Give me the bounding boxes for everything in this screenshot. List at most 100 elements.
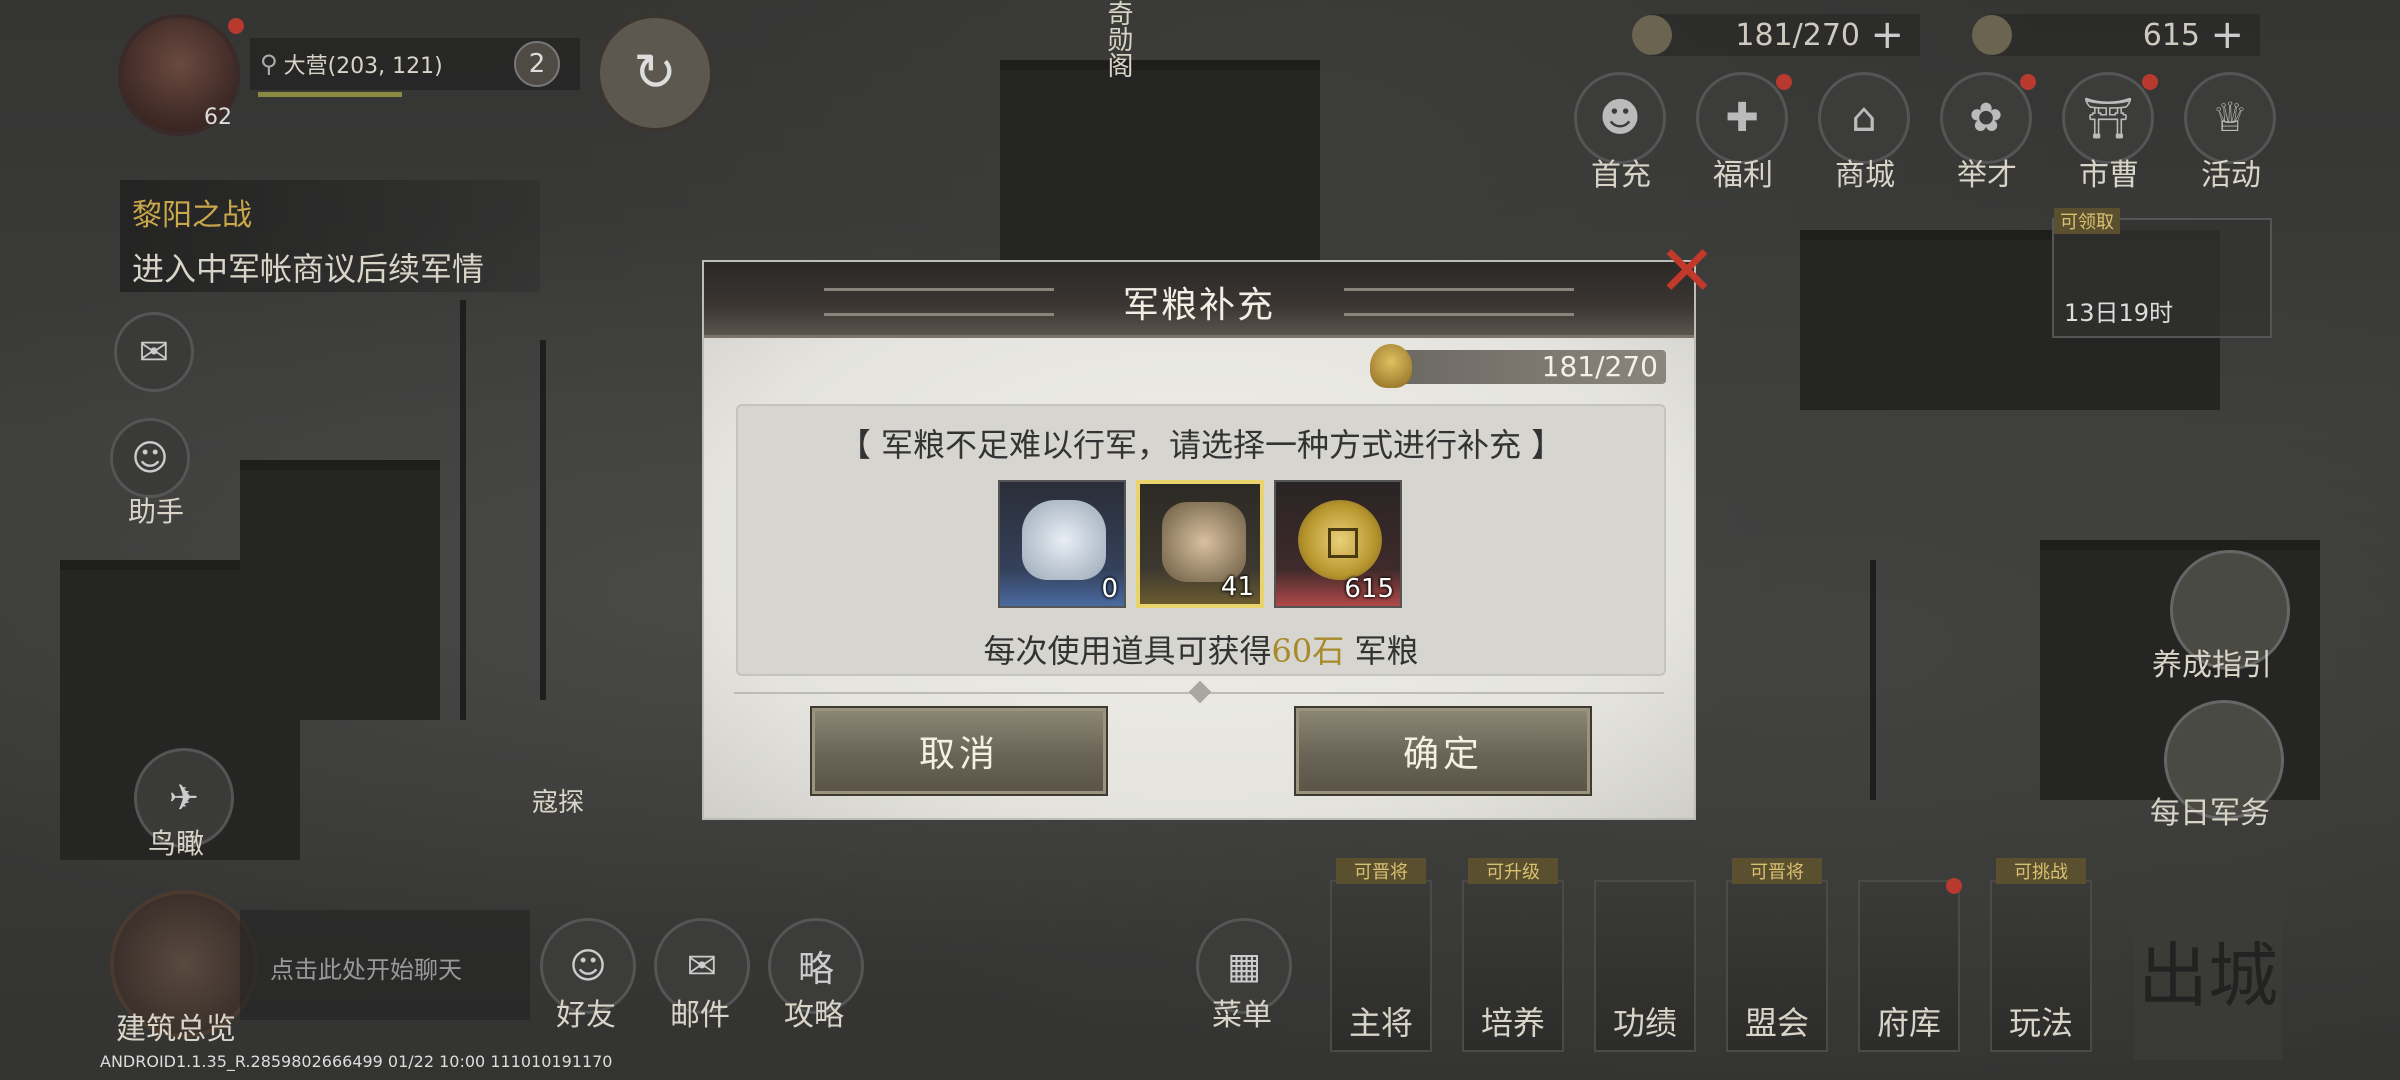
player-level: 62 [204,105,232,130]
item-copper-coin[interactable]: 615 [1274,480,1402,608]
location-text: 大营(203, 121) [283,54,443,79]
card-label: 府库 [1876,1004,1941,1042]
coin-icon [1972,15,2012,55]
item-count: 615 [1344,574,1394,604]
notification-dot [2142,74,2158,90]
quest-title: 黎阳之战 [132,198,252,233]
menu-label: 福利 [1713,158,1773,193]
item-count: 0 [1101,574,1118,604]
grain-value: 181/270 [1735,17,1860,53]
item-count: 41 [1220,572,1254,602]
scout-label: 寇探 [532,788,585,818]
item-grain-sack[interactable]: 0 [998,480,1126,608]
daily-label: 每日军务 [2150,796,2270,831]
location-progress [258,92,402,97]
event-tag: 可领取 [2054,208,2120,234]
scroll-icon[interactable]: ✉ [114,312,194,392]
card-alliance[interactable]: 可晋将 盟会 [1726,858,1828,1052]
cancel-label: 取消 [918,734,999,775]
buildings-label: 建筑总览 [116,1012,236,1047]
book-icon[interactable]: ↻ [596,14,714,132]
dialog-title: 军粮补充 [1122,285,1275,326]
chat-bar[interactable]: 点击此处开始聊天 [240,910,530,1020]
grain-cart-icon [1162,502,1246,582]
mail-label: 邮件 [670,998,730,1033]
assistant-label: 助手 [128,495,185,528]
grain-bar-value: 181/270 [1541,350,1658,383]
chat-placeholder: 点击此处开始聊天 [270,956,462,984]
card-label: 玩法 [2008,1004,2073,1042]
close-icon[interactable]: ✕ [1652,230,1722,312]
event-time: 13日19时 [2064,299,2174,327]
location-pin-icon: ⚲ [260,50,278,78]
copper-coin-icon [1298,500,1382,580]
grain-bundle-icon [1022,500,1106,580]
grain-resource[interactable]: 181/270 + [1632,12,1920,58]
menu-label: 商城 [1835,158,1895,193]
card-train[interactable]: 可升级 培养 [1462,858,1564,1052]
quest-panel[interactable]: 黎阳之战 进入中军帐商议后续军情 [120,180,540,292]
notification-dot [1946,878,1962,894]
assistant-icon[interactable]: ☺ [110,418,190,498]
menu-label: 举才 [1957,158,2017,193]
supply-options-box: 【 军粮不足难以行军，请选择一种方式进行补充 】 0 41 615 每次使用道具… [736,404,1666,676]
quest-description: 进入中军帐商议后续军情 [132,250,485,288]
top-menu: ☻ 首充 ✚ 福利 ⌂ 商城 ✿ 举才 ⛩ 市曹 ♕ 活动 [1560,72,2292,193]
location-bar[interactable]: ⚲ 大营(203, 121) 2 [250,38,580,90]
grain-supply-dialog: 军粮补充 181/270 【 军粮不足难以行军，请选择一种方式进行补充 】 0 … [702,260,1696,820]
menu-label: 菜单 [1212,998,1272,1033]
menu-recruit[interactable]: ✿ 举才 [1926,72,2048,193]
coin-value: 615 [2142,17,2200,53]
menu-first-charge[interactable]: ☻ 首充 [1560,72,1682,193]
location-badge: 2 [514,41,560,87]
event-card[interactable]: 可领取 13日19时 [2052,208,2272,338]
strategy-label: 攻略 [784,998,844,1033]
friends-label: 好友 [556,998,616,1033]
add-coin-button[interactable]: + [2210,12,2244,58]
grain-sack-icon [1370,344,1412,388]
coin-resource[interactable]: 615 + [1972,12,2260,58]
menu-shop[interactable]: ⌂ 商城 [1804,72,1926,193]
card-label: 功绩 [1612,1004,1677,1042]
card-label: 盟会 [1744,1004,1809,1042]
menu-welfare[interactable]: ✚ 福利 [1682,72,1804,193]
menu-label: 市曹 [2079,158,2139,193]
card-gameplay[interactable]: 可挑战 玩法 [1990,858,2092,1052]
confirm-button[interactable]: 确定 [1294,706,1592,796]
confirm-label: 确定 [1402,734,1483,775]
notification-dot [2020,74,2036,90]
notification-dot [228,18,244,34]
add-grain-button[interactable]: + [1870,12,1904,58]
notification-dot [1776,74,1792,90]
guide-label: 养成指引 [2152,648,2272,683]
supply-item-list: 0 41 615 [998,480,1402,608]
card-label: 主将 [1348,1004,1413,1042]
card-tag: 可挑战 [1996,858,2086,884]
divider-ornament [1188,680,1212,704]
grain-bar: 181/270 [1376,350,1666,384]
card-merit[interactable]: 功绩 [1594,880,1696,1052]
card-treasury[interactable]: 府库 [1858,878,1962,1052]
menu-label: 活动 [2201,158,2261,193]
card-tag: 可晋将 [1732,858,1822,884]
sortie-label: 出城 [2138,934,2278,1017]
strategy-icon-char: 略 [797,949,834,990]
hint-prefix: 每次使用道具可获得 [983,632,1272,670]
grain-icon [1632,15,1672,55]
card-label: 培养 [1480,1004,1545,1042]
supply-prompt: 【 军粮不足难以行军，请选择一种方式进行补充 】 [838,426,1564,464]
top-center-label: 奇勋阁 [1103,0,1133,78]
menu-label: 首充 [1591,158,1651,193]
birdview-label: 鸟瞰 [148,827,205,860]
card-general[interactable]: 可晋将 主将 [1330,858,1432,1052]
supply-hint: 每次使用道具可获得60石 军粮 [738,626,1664,672]
sortie-button[interactable]: 出城 [2134,880,2282,1060]
hint-amount: 60石 [1271,632,1345,670]
menu-market[interactable]: ⛩ 市曹 [2048,72,2170,193]
cancel-button[interactable]: 取消 [810,706,1108,796]
player-avatar[interactable]: 62 [118,14,240,136]
item-grain-cart[interactable]: 41 [1136,480,1264,608]
dialog-header: 军粮补充 [704,262,1694,338]
menu-event[interactable]: ♕ 活动 [2170,72,2292,193]
card-tag: 可晋将 [1336,858,1426,884]
